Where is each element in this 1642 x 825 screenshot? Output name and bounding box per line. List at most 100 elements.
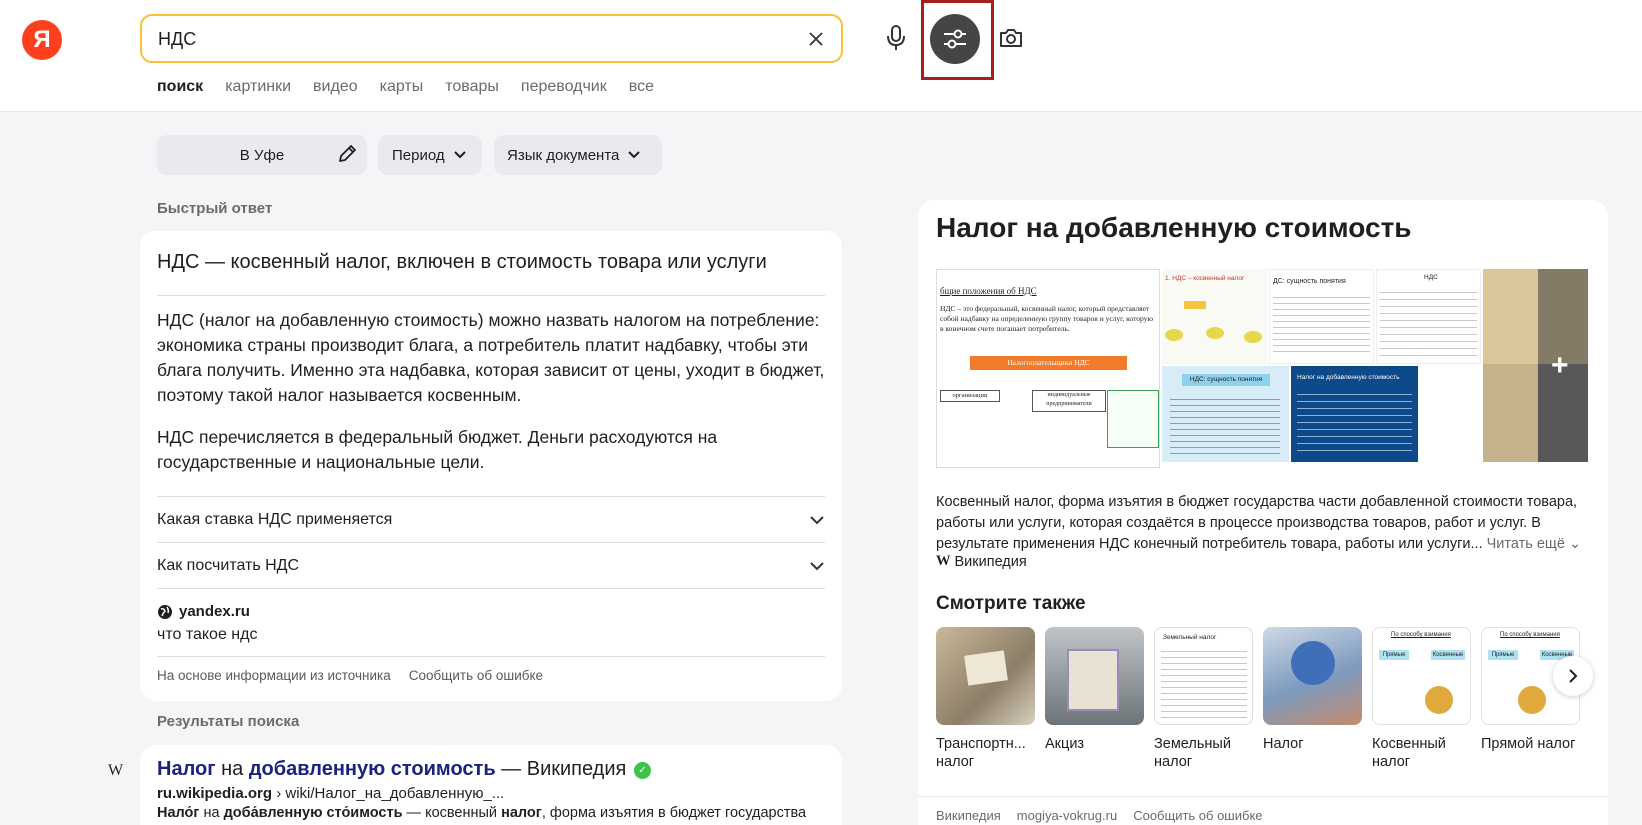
gallery-image[interactable]: Налог на добавленную стоимость: [1291, 366, 1418, 462]
slide-text: индивидуальные предприниматели: [1032, 390, 1106, 412]
divider: [918, 796, 1608, 797]
related-thumb: [1045, 627, 1144, 725]
footer-link[interactable]: Википедия: [936, 808, 1001, 823]
divider: [157, 295, 825, 296]
result-snippet: Нало́г на доба́вленную сто́имость — косв…: [157, 805, 806, 821]
related-item[interactable]: По способу взимания Прямые Косвенные Пря…: [1481, 627, 1580, 771]
verified-badge-icon: ✓: [633, 762, 651, 779]
carousel-next-button[interactable]: [1553, 656, 1593, 696]
gallery-image[interactable]: НДС: сущность понятия: [1162, 366, 1289, 462]
search-box: [140, 14, 843, 63]
result-title-link[interactable]: Налог на добавленную стоимость — Википед…: [157, 758, 651, 781]
snippet-part: , форма изъятия в бюджет государства: [541, 805, 807, 821]
tab-search[interactable]: поиск: [157, 78, 203, 96]
url-domain: ru.wikipedia.org: [157, 785, 273, 802]
read-more-label: Читать ещё: [1486, 536, 1565, 552]
panel-title: Налог на добавленную стоимость: [936, 212, 1412, 243]
related-thumb: По способу взимания Прямые Косвенные: [1372, 627, 1471, 725]
slide-text: Налог на добавленную стоимость: [1297, 374, 1400, 381]
title-part: — Википедия: [495, 758, 627, 780]
search-filters-button[interactable]: [930, 14, 980, 64]
read-more-link[interactable]: Читать ещё ⌄: [1487, 536, 1581, 552]
related-item[interactable]: По способу взимания Прямые Косвенные Кос…: [1372, 627, 1471, 771]
chevron-down-icon: [627, 150, 641, 160]
search-results-label: Результаты поиска: [157, 713, 300, 730]
tab-products[interactable]: товары: [445, 78, 499, 96]
slide-text: организации: [940, 390, 1000, 402]
footer-link[interactable]: mogiya-vokrug.ru: [1017, 808, 1117, 823]
result-url[interactable]: ru.wikipedia.org › wiki/Налог_на_добавле…: [157, 785, 504, 802]
slide-text: НДС: [1424, 274, 1438, 281]
thumb-text: Земельный налог: [1163, 634, 1217, 641]
report-error-link[interactable]: Сообщить об ошибке: [409, 668, 543, 683]
search-result: Налог на добавленную стоимость — Википед…: [140, 745, 842, 825]
slide-text: НДС: сущность понятия: [1182, 374, 1270, 386]
title-part: добавленную стоимость: [248, 758, 496, 780]
chevron-down-icon: [810, 561, 824, 570]
thumb-text: Прямые: [1379, 650, 1409, 660]
quick-answer-label: Быстрый ответ: [157, 200, 273, 217]
related-item[interactable]: Налог: [1263, 627, 1362, 771]
panel-footer: Википедия mogiya-vokrug.ru Сообщить об о…: [936, 808, 1263, 823]
related-item[interactable]: Земельный налог Земельный налог: [1154, 627, 1253, 771]
tab-translator[interactable]: переводчик: [521, 78, 607, 96]
region-filter[interactable]: В Уфе: [157, 135, 367, 175]
yandex-logo[interactable]: Я: [22, 20, 62, 60]
period-filter[interactable]: Период: [378, 135, 482, 175]
faq-item[interactable]: Какая ставка НДС применяется: [157, 497, 825, 542]
url-path: › wiki/Налог_на_добавленную_...: [272, 785, 505, 802]
region-label: В Уфе: [239, 146, 285, 164]
slide-text: 1. НДС – косвенный налог: [1165, 275, 1245, 282]
gallery-image[interactable]: бщие положения об НДС НДС – это федераль…: [936, 269, 1160, 468]
thumb-text: Прямые: [1488, 650, 1518, 660]
quick-answer-title: НДС — косвенный налог, включен в стоимос…: [157, 251, 767, 273]
quick-answer-footer: На основе информации из источника Сообщи…: [157, 668, 543, 683]
tab-all[interactable]: все: [629, 78, 654, 96]
related-label: Акциз: [1045, 736, 1085, 752]
thumb-text: Косвенные: [1431, 650, 1465, 660]
slide-text: бщие положения об НДС: [940, 286, 1037, 296]
gallery-image[interactable]: 1. НДС – косвенный налог: [1162, 269, 1267, 364]
tab-video[interactable]: видео: [313, 78, 358, 96]
tab-images[interactable]: картинки: [225, 78, 291, 96]
related-label: Косвенный налог: [1372, 736, 1446, 770]
source-domain: yandex.ru: [179, 603, 250, 620]
footer-link[interactable]: Сообщить об ошибке: [1133, 808, 1262, 823]
search-tabs: поиск картинки видео карты товары перево…: [157, 78, 654, 96]
source-site[interactable]: yandex.ru: [157, 603, 250, 620]
related-label: Земельный налог: [1154, 736, 1231, 770]
tab-maps[interactable]: карты: [380, 78, 424, 96]
faq-item[interactable]: Как посчитать НДС: [157, 543, 825, 588]
slide-text: Налогоплательщики НДС: [970, 356, 1127, 370]
title-part: на: [215, 758, 249, 780]
divider: [157, 588, 825, 589]
sliders-icon: [944, 29, 966, 49]
gallery-image[interactable]: ДС: сущность понятия: [1269, 269, 1374, 364]
thumb-text: По способу взимания: [1500, 632, 1560, 638]
language-filter[interactable]: Язык документа: [494, 135, 662, 175]
panel-description: Косвенный налог, форма изъятия в бюджет …: [936, 492, 1586, 555]
clear-icon[interactable]: [805, 28, 827, 50]
slide-text: НДС – это федеральный, косвенный налог, …: [940, 304, 1154, 333]
microphone-icon[interactable]: [882, 22, 910, 54]
description-text: Косвенный налог, форма изъятия в бюджет …: [936, 494, 1578, 552]
related-list: Транспортн... налог Акциз Земельный нало…: [936, 627, 1580, 771]
gallery-image[interactable]: НДС: [1376, 269, 1481, 364]
thumb-text: По способу взимания: [1391, 632, 1451, 638]
related-item[interactable]: Транспортн... налог: [936, 627, 1035, 771]
related-item[interactable]: Акциз: [1045, 627, 1144, 771]
related-label: Налог: [1263, 736, 1304, 752]
camera-icon[interactable]: [996, 22, 1026, 54]
chevron-down-icon: [453, 150, 467, 160]
divider: [157, 656, 825, 657]
snippet-part: на: [199, 805, 224, 821]
wikipedia-source[interactable]: W Википедия: [936, 553, 1027, 570]
quick-answer-card: НДС — косвенный налог, включен в стоимос…: [140, 231, 842, 701]
source-link[interactable]: что такое ндс: [157, 626, 257, 644]
search-input[interactable]: [158, 28, 758, 50]
related-label: Транспортн... налог: [936, 736, 1026, 770]
header: Я поиск картинки видео карты т: [0, 0, 1642, 112]
wikipedia-favicon: W: [108, 762, 124, 779]
gallery-more[interactable]: +: [1483, 269, 1588, 462]
image-gallery: бщие положения об НДС НДС – это федераль…: [936, 269, 1602, 469]
